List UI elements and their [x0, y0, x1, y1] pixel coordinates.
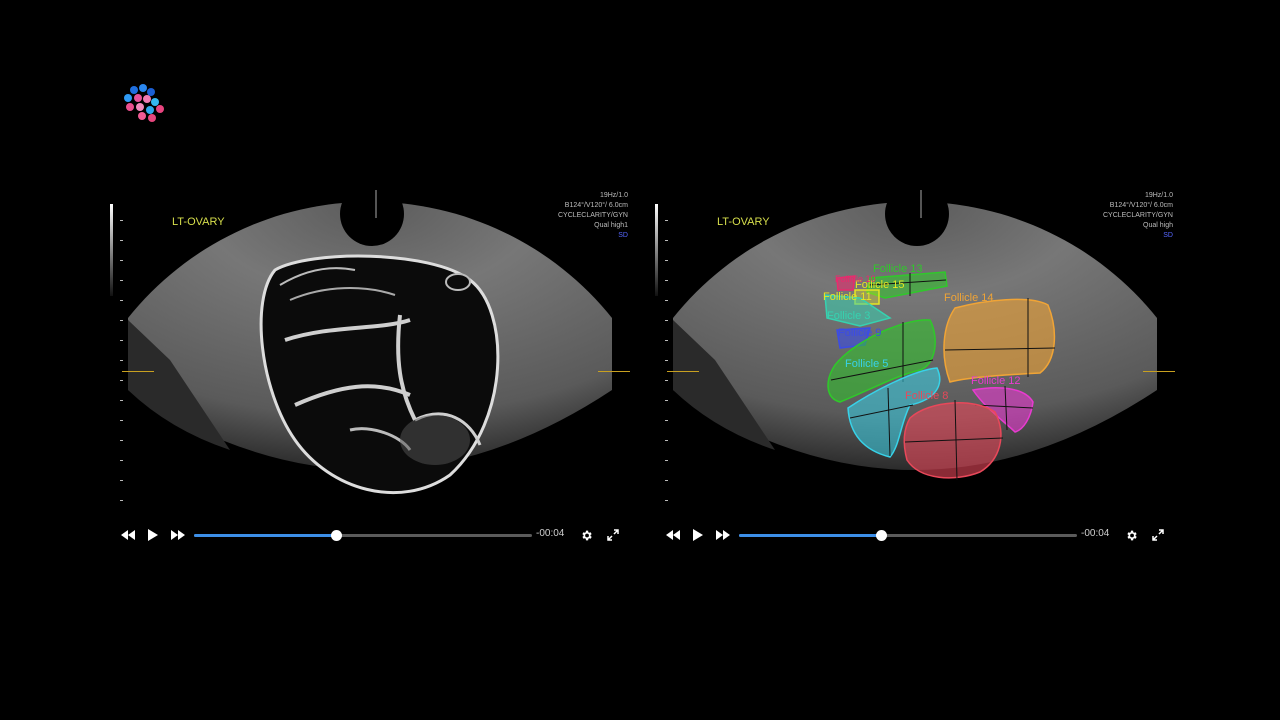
frame-rate: 19Hz/1.0: [599, 192, 628, 199]
ultrasound-scan-segmented: [673, 190, 1157, 481]
fast-forward-icon[interactable]: [168, 523, 188, 547]
logo-dot: [143, 95, 151, 103]
ultrasound-image: LT-OVARY 19Hz/1.0 B124°/V120°/ 6.0cm CYC…: [110, 190, 630, 515]
logo-dot: [124, 94, 132, 102]
follicle-label: Follicle 9: [838, 327, 882, 339]
progress-fill: [739, 534, 881, 537]
progress-bar[interactable]: [739, 530, 1077, 541]
preset: CYCLECLARITY/GYN: [557, 212, 628, 219]
time-remaining: -00:04: [536, 528, 565, 539]
video-controls: -00:04: [655, 523, 1175, 549]
follicle-label: Follicle 3: [827, 310, 871, 322]
logo-dot: [146, 106, 154, 114]
ultrasound-player-original: LT-OVARY 19Hz/1.0 B124°/V120°/ 6.0cm CYC…: [110, 190, 630, 555]
play-icon[interactable]: [689, 523, 707, 547]
progress-bar[interactable]: [194, 530, 532, 541]
depth-scale: [120, 220, 123, 510]
probe-settings: B124°/V120°/ 6.0cm: [564, 202, 628, 209]
logo-dot: [134, 94, 142, 102]
view-label: LT-OVARY: [717, 216, 770, 228]
fullscreen-icon[interactable]: [604, 523, 622, 547]
focus-marker-left: [667, 371, 699, 372]
logo-dot: [138, 112, 146, 120]
grayscale-bar: [110, 204, 113, 296]
progress-handle[interactable]: [330, 530, 342, 541]
logo-dot: [130, 86, 138, 94]
follicle-label: Follicle 12: [971, 375, 1021, 387]
video-controls: -00:04: [110, 523, 630, 549]
dot-cluster-logo: [120, 82, 176, 142]
fullscreen-icon[interactable]: [1149, 523, 1167, 547]
ultrasound-image-segmented: LT-OVARY 19Hz/1.0 B124°/V120°/ 6.0cm CYC…: [655, 190, 1175, 515]
logo-dot: [136, 103, 144, 111]
view-label: LT-OVARY: [172, 216, 225, 228]
focus-marker-right: [1143, 371, 1175, 372]
gear-icon[interactable]: [1122, 523, 1140, 547]
scan-parameters: 19Hz/1.0 B124°/V120°/ 6.0cm CYCLECLARITY…: [558, 191, 628, 241]
rewind-icon[interactable]: [118, 523, 138, 547]
logo-dot: [126, 103, 134, 111]
follicle-label: Follicle 8: [905, 390, 949, 402]
play-icon[interactable]: [144, 523, 162, 547]
follicle-14-region: [943, 298, 1056, 383]
rewind-icon[interactable]: [663, 523, 683, 547]
follicle-8-region: [903, 399, 1004, 481]
quality: Qual high1: [594, 222, 628, 229]
quality: Qual high: [1143, 222, 1173, 229]
progress-handle[interactable]: [875, 530, 887, 541]
focus-marker-left: [122, 371, 154, 372]
time-remaining: -00:04: [1081, 528, 1110, 539]
logo-dot: [156, 105, 164, 113]
probe-settings: B124°/V120°/ 6.0cm: [1109, 202, 1173, 209]
follicle-label: Follicle 13: [873, 263, 923, 275]
scan-parameters: 19Hz/1.0 B124°/V120°/ 6.0cm CYCLECLARITY…: [1103, 191, 1173, 241]
follicle-label: Follicle 14: [944, 292, 994, 304]
preset: CYCLECLARITY/GYN: [1102, 212, 1173, 219]
logo-dot: [139, 84, 147, 92]
grayscale-bar: [655, 204, 658, 296]
focus-marker-right: [598, 371, 630, 372]
logo-dot: [148, 114, 156, 122]
progress-fill: [194, 534, 336, 537]
ultrasound-scan: [128, 190, 612, 495]
frame-rate: 19Hz/1.0: [1144, 192, 1173, 199]
fast-forward-icon[interactable]: [713, 523, 733, 547]
sd-indicator: SD: [618, 232, 628, 239]
sd-indicator: SD: [1163, 232, 1173, 239]
follicle-label: Follicle 10: [835, 274, 876, 284]
depth-scale: [665, 220, 668, 510]
gear-icon[interactable]: [577, 523, 595, 547]
follicle-label: Follicle 5: [845, 358, 889, 370]
follicle-label: Follicle 11: [823, 291, 872, 303]
ultrasound-player-annotated: LT-OVARY 19Hz/1.0 B124°/V120°/ 6.0cm CYC…: [655, 190, 1175, 555]
